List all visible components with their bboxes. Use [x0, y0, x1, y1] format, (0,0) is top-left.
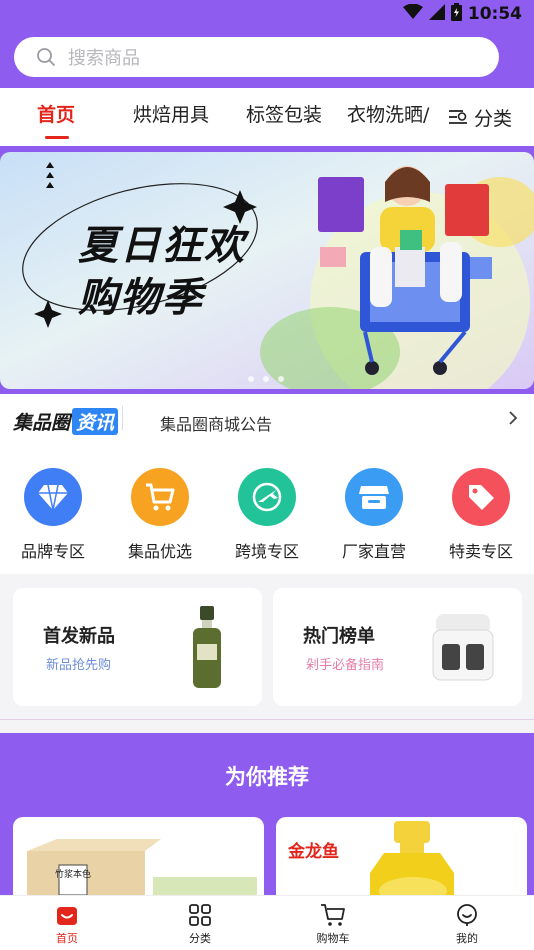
- category-button-label: 分类: [474, 107, 513, 130]
- announcement-bar[interactable]: 集品圈 资讯 集品圈商城公告: [0, 394, 534, 448]
- promo-title: 首发新品: [43, 626, 115, 647]
- banner-dot: [248, 376, 254, 382]
- tag-icon: [452, 468, 510, 526]
- product-card[interactable]: 竹浆本色: [13, 817, 264, 907]
- cart-icon: [293, 902, 373, 928]
- diamond-icon: [24, 468, 82, 526]
- promo-title: 热门榜单: [303, 626, 375, 647]
- quick-link-factory[interactable]: 厂家直营: [324, 468, 424, 562]
- bottom-navigation: 首页 分类 购物车 我的: [0, 895, 534, 950]
- new-arrivals-card[interactable]: 首发新品 新品抢先购: [13, 588, 262, 706]
- search-placeholder: 搜索商品: [68, 48, 140, 69]
- product-card[interactable]: 金龙鱼: [276, 817, 527, 907]
- status-bar: 10:54: [0, 0, 534, 28]
- smiley-user-icon: [427, 902, 507, 928]
- serum-bottle-image: [193, 606, 221, 688]
- air-fryer-image: [432, 614, 494, 681]
- home-icon: [27, 902, 107, 928]
- wifi-icon: [402, 3, 423, 24]
- recommend-section: 为你推荐 竹浆本色 金龙鱼: [0, 733, 534, 907]
- nav-category[interactable]: 分类: [160, 902, 240, 946]
- promo-subtitle: 新品抢先购: [46, 658, 112, 673]
- svg-text:竹浆本色: 竹浆本色: [55, 868, 91, 880]
- banner-page-indicator: [248, 376, 284, 382]
- recommend-title: 为你推荐: [225, 765, 309, 789]
- shopping-cart-icon: [131, 468, 189, 526]
- active-tab-indicator: [45, 136, 69, 139]
- category-menu-icon: [448, 108, 468, 126]
- tab-laundry[interactable]: 衣物洗晒/: [347, 100, 429, 127]
- nav-cart[interactable]: 购物车: [293, 902, 373, 946]
- chevron-right-icon[interactable]: [508, 410, 518, 431]
- header: 10:54 搜索商品: [0, 0, 534, 88]
- tab-baking-tools[interactable]: 烘焙用具: [133, 100, 209, 127]
- hot-rankings-card[interactable]: 热门榜单 剁手必备指南: [273, 588, 522, 706]
- cooking-oil-image: 金龙鱼: [287, 821, 454, 907]
- news-logo: 集品圈 资讯: [13, 408, 119, 435]
- section-divider: [0, 719, 534, 720]
- promo-subtitle: 剁手必备指南: [306, 658, 385, 673]
- nav-home[interactable]: 首页: [27, 902, 107, 946]
- nav-profile[interactable]: 我的: [427, 902, 507, 946]
- airplane-icon: [238, 468, 296, 526]
- banner-dot: [263, 376, 269, 382]
- quick-link-sale[interactable]: 特卖专区: [431, 468, 531, 562]
- banner-title: 夏日狂欢 购物季: [78, 223, 246, 321]
- divider: [122, 406, 123, 430]
- promo-section: 首发新品 新品抢先购 热门榜单 剁手必备指南: [0, 574, 534, 720]
- grid-icon: [160, 902, 240, 928]
- quick-link-selection[interactable]: 集品优选: [110, 468, 210, 562]
- quick-link-brand[interactable]: 品牌专区: [3, 468, 103, 562]
- clock: 10:54: [467, 4, 522, 24]
- announcement-text: 集品圈商城公告: [160, 415, 273, 434]
- tab-label-packaging[interactable]: 标签包装: [246, 100, 322, 127]
- store-icon: [345, 468, 403, 526]
- signal-icon: [428, 4, 445, 24]
- tab-home[interactable]: 首页: [37, 100, 75, 127]
- quick-links: 品牌专区 集品优选 跨境专区 厂家直营 特卖专区: [0, 448, 534, 574]
- search-input[interactable]: 搜索商品: [14, 37, 499, 77]
- banner-dot: [278, 376, 284, 382]
- search-icon: [36, 47, 56, 67]
- quick-link-crossborder[interactable]: 跨境专区: [217, 468, 317, 562]
- promo-banner[interactable]: 夏日狂欢 购物季: [0, 152, 534, 389]
- svg-text:金龙鱼: 金龙鱼: [287, 841, 339, 862]
- battery-icon: [450, 3, 462, 25]
- tissue-box-image: 竹浆本色: [27, 839, 257, 907]
- category-button[interactable]: 分类: [446, 88, 534, 146]
